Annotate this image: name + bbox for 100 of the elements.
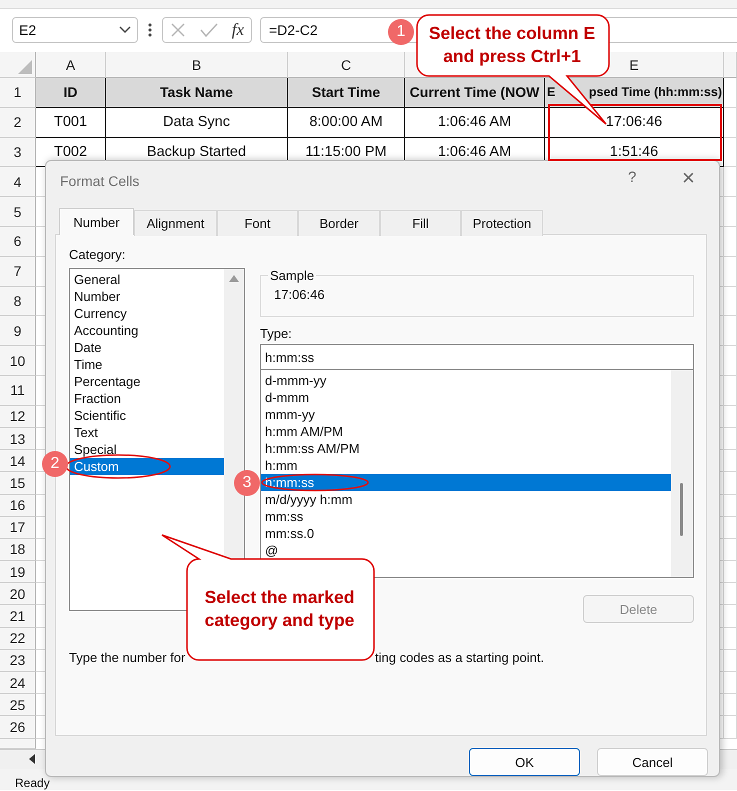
sample-label: Sample bbox=[269, 268, 316, 283]
sample-value: 17:06:46 bbox=[274, 287, 325, 302]
grid-cell bbox=[724, 428, 737, 450]
table-cell: 8:00:00 AM bbox=[309, 114, 383, 130]
tab[interactable]: Alignment bbox=[134, 210, 217, 236]
list-item[interactable]: mm:ss bbox=[261, 508, 671, 525]
grid-cell bbox=[724, 108, 737, 138]
table-cell: Data Sync bbox=[163, 114, 230, 130]
list-item[interactable]: Text bbox=[70, 424, 224, 441]
status-text: Ready bbox=[15, 776, 50, 790]
more-icon[interactable] bbox=[148, 23, 152, 37]
list-item[interactable]: Accounting bbox=[70, 322, 224, 339]
column-title: psed Time (hh:mm:ss) bbox=[588, 85, 722, 100]
row-header[interactable]: 1 bbox=[14, 84, 22, 100]
column-title: Current Time (NOW bbox=[410, 84, 540, 100]
grid-cell bbox=[724, 561, 737, 584]
grid-cell bbox=[724, 605, 737, 628]
list-item[interactable]: Percentage bbox=[70, 373, 224, 390]
list-item[interactable]: h:mm:ss AM/PM bbox=[261, 440, 671, 457]
list-item[interactable]: Number bbox=[70, 288, 224, 305]
select-all-icon[interactable] bbox=[18, 60, 32, 74]
table-cell: 1:51:46 bbox=[610, 144, 658, 160]
list-item[interactable]: Fraction bbox=[70, 390, 224, 407]
grid-cell bbox=[724, 376, 737, 406]
column-title: Task Name bbox=[160, 84, 233, 100]
dialog-button[interactable]: Cancel bbox=[597, 748, 708, 776]
tab[interactable]: Font bbox=[217, 210, 298, 236]
list-item[interactable]: Date bbox=[70, 339, 224, 356]
list-item[interactable]: Time bbox=[70, 356, 224, 373]
list-item[interactable]: mm:ss.0 bbox=[261, 525, 671, 542]
column-title: Start Time bbox=[312, 84, 380, 100]
type-label: Type: bbox=[260, 326, 293, 343]
grid-cell bbox=[724, 450, 737, 472]
table-cell: T002 bbox=[54, 144, 88, 160]
row-header[interactable]: 9 bbox=[14, 322, 22, 339]
list-item[interactable]: mmm-yy bbox=[261, 406, 671, 423]
list-item[interactable]: h:mm bbox=[261, 457, 671, 474]
table-cell: T001 bbox=[54, 114, 88, 130]
chevron-down-icon bbox=[119, 26, 131, 34]
row-header[interactable]: 4 bbox=[14, 174, 22, 190]
list-item[interactable]: @ bbox=[261, 542, 671, 559]
grid-cell bbox=[724, 538, 737, 562]
grid-cell bbox=[724, 650, 737, 672]
tab[interactable]: Fill bbox=[380, 210, 461, 236]
grid-cell bbox=[724, 138, 737, 168]
row-header[interactable] bbox=[0, 738, 36, 749]
grid-cell bbox=[724, 256, 737, 287]
grid-cell bbox=[724, 716, 737, 739]
type-field[interactable]: h:mm:ss bbox=[260, 344, 694, 370]
grid-cell bbox=[724, 226, 737, 257]
type-list[interactable]: d-mmm-yy d-mmm mmm-yy h:mm AM/PM h:mm:ss AM/PM h:mm h:mm:ss m/d/yyyy h:mm mm:ss mm:ss.0 @ bbox=[260, 370, 694, 578]
cancel-icon[interactable] bbox=[170, 22, 186, 38]
column-header[interactable]: C bbox=[340, 56, 352, 72]
dialog-title: Format Cells bbox=[60, 173, 140, 189]
grid-cell bbox=[724, 694, 737, 716]
table-cell: 1:06:46 AM bbox=[438, 114, 512, 130]
list-item[interactable]: d-mmm-yy bbox=[261, 372, 671, 389]
list-item[interactable]: Currency bbox=[70, 305, 224, 322]
table-cell: 17:06:46 bbox=[606, 114, 662, 130]
name-box[interactable]: E2 bbox=[12, 17, 138, 43]
row-header[interactable]: 5 bbox=[14, 204, 22, 220]
grid-cell bbox=[724, 197, 737, 227]
grid-cell bbox=[724, 406, 737, 428]
check-icon[interactable] bbox=[200, 22, 218, 38]
list-item[interactable]: General bbox=[70, 271, 224, 288]
grid-cell bbox=[724, 583, 737, 606]
tab[interactable]: Protection bbox=[461, 210, 543, 236]
list-item[interactable]: m/d/yyyy h:mm bbox=[261, 491, 671, 508]
row-header[interactable]: 6 bbox=[14, 233, 22, 250]
column-header[interactable]: E bbox=[629, 56, 639, 72]
column-title: ID bbox=[64, 84, 78, 100]
scroll-up-icon[interactable] bbox=[229, 275, 239, 282]
grid-cell bbox=[724, 494, 737, 517]
grid-cell bbox=[724, 346, 737, 376]
grid-cell bbox=[724, 672, 737, 694]
list-item[interactable]: h:mm:ss bbox=[261, 474, 671, 491]
list-item[interactable]: Scientific bbox=[70, 407, 224, 424]
tab[interactable]: Border bbox=[298, 210, 380, 236]
list-item[interactable]: h:mm AM/PM bbox=[261, 423, 671, 440]
column-header[interactable]: B bbox=[192, 56, 202, 72]
scroll-left-icon[interactable] bbox=[29, 754, 35, 764]
description-text: Type the number for bbox=[69, 650, 186, 665]
insert-function-button[interactable]: fx bbox=[232, 20, 244, 40]
scrollbar-thumb[interactable] bbox=[680, 483, 683, 536]
close-button[interactable]: × bbox=[682, 165, 695, 191]
column-header[interactable] bbox=[724, 52, 737, 78]
help-button[interactable]: ? bbox=[628, 169, 636, 186]
row-header[interactable]: 8 bbox=[14, 292, 22, 309]
list-item[interactable]: Custom bbox=[70, 458, 224, 475]
grid-cell bbox=[724, 286, 737, 316]
list-item[interactable]: d-mmm bbox=[261, 389, 671, 406]
tab[interactable]: Number bbox=[59, 208, 134, 235]
grid-cell bbox=[724, 516, 737, 539]
row-header[interactable]: 3 bbox=[14, 144, 22, 160]
column-header[interactable]: A bbox=[66, 56, 76, 72]
dialog-button[interactable]: OK bbox=[469, 748, 580, 776]
table-cell: 11:15:00 PM bbox=[305, 144, 387, 160]
row-header[interactable]: 2 bbox=[14, 114, 22, 130]
row-header[interactable]: 7 bbox=[14, 263, 22, 280]
list-item[interactable]: Special bbox=[70, 441, 224, 458]
